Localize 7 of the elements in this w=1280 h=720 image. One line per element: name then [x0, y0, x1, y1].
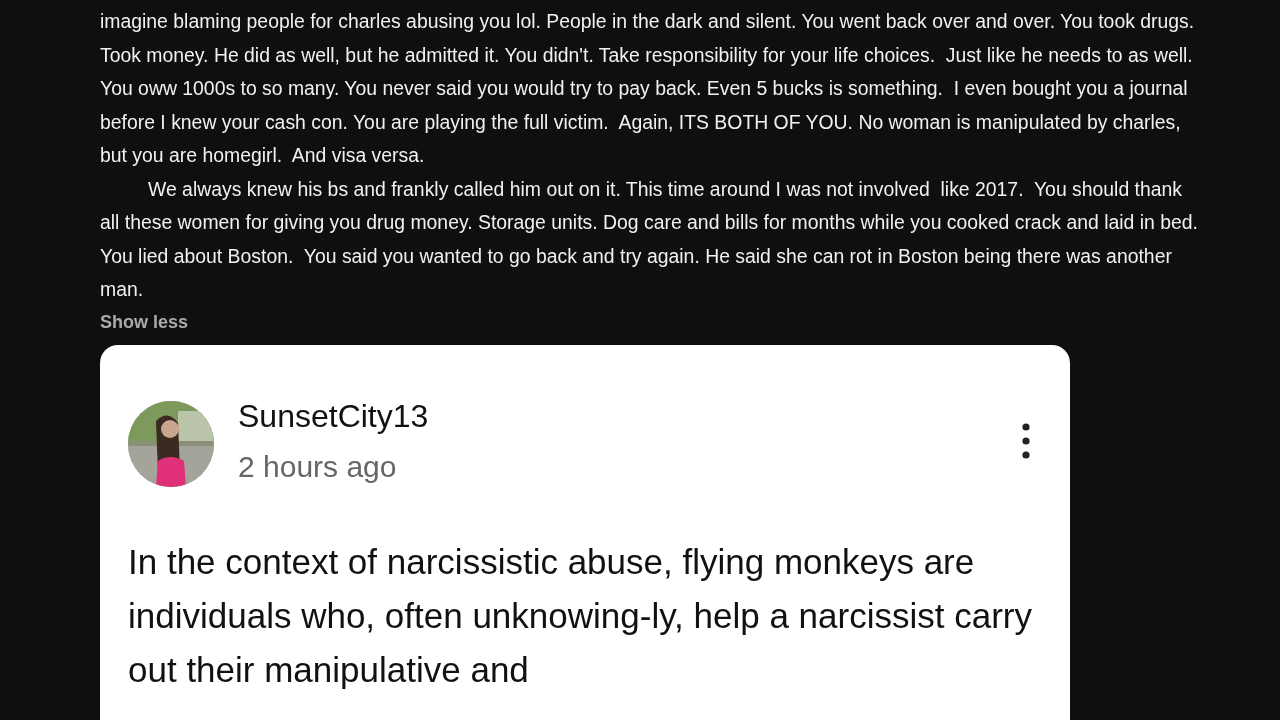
comment-text: In the context of narcissistic abuse, flying monkeys are individuals who, often unknowing-ly, help a narcissist carry out their manipulative and [128, 540, 1033, 691]
more-options-icon[interactable] [1022, 422, 1030, 459]
comment-paragraph: We always knew his bs and frankly called him out on it. This time around I was not involved like 2017. You should thank all these women for giving you drug money. Storage units. Dog care and bills for months while you cooked crack and laid in bed. You lied about Boston. You said you wanted to go back and try again. He said she can rot in Boston being there was another man. [100, 176, 1199, 302]
comment-paragraph: imagine blaming people for charles abusing you lol. People in the dark and silent. You went back over and over. You took drugs. Took money. He did as well, but he admitted it. You didn't. Take responsibility for your life choices. Just like he needs to as well. You oww 1000s to so many. You never said you would try to pay back. Even 5 bucks is something. I even bought you a journal before I knew your cash con. You are playing the full victim. Again, ITS BOTH OF YOU. No woman is manipulated by charles, but you are homegirl. And visa versa. [100, 9, 1196, 168]
show-less-link[interactable]: Show less [100, 308, 189, 336]
author-name: SunsetCity13 [238, 398, 429, 434]
comment-time: 2 hours ago [238, 449, 398, 483]
